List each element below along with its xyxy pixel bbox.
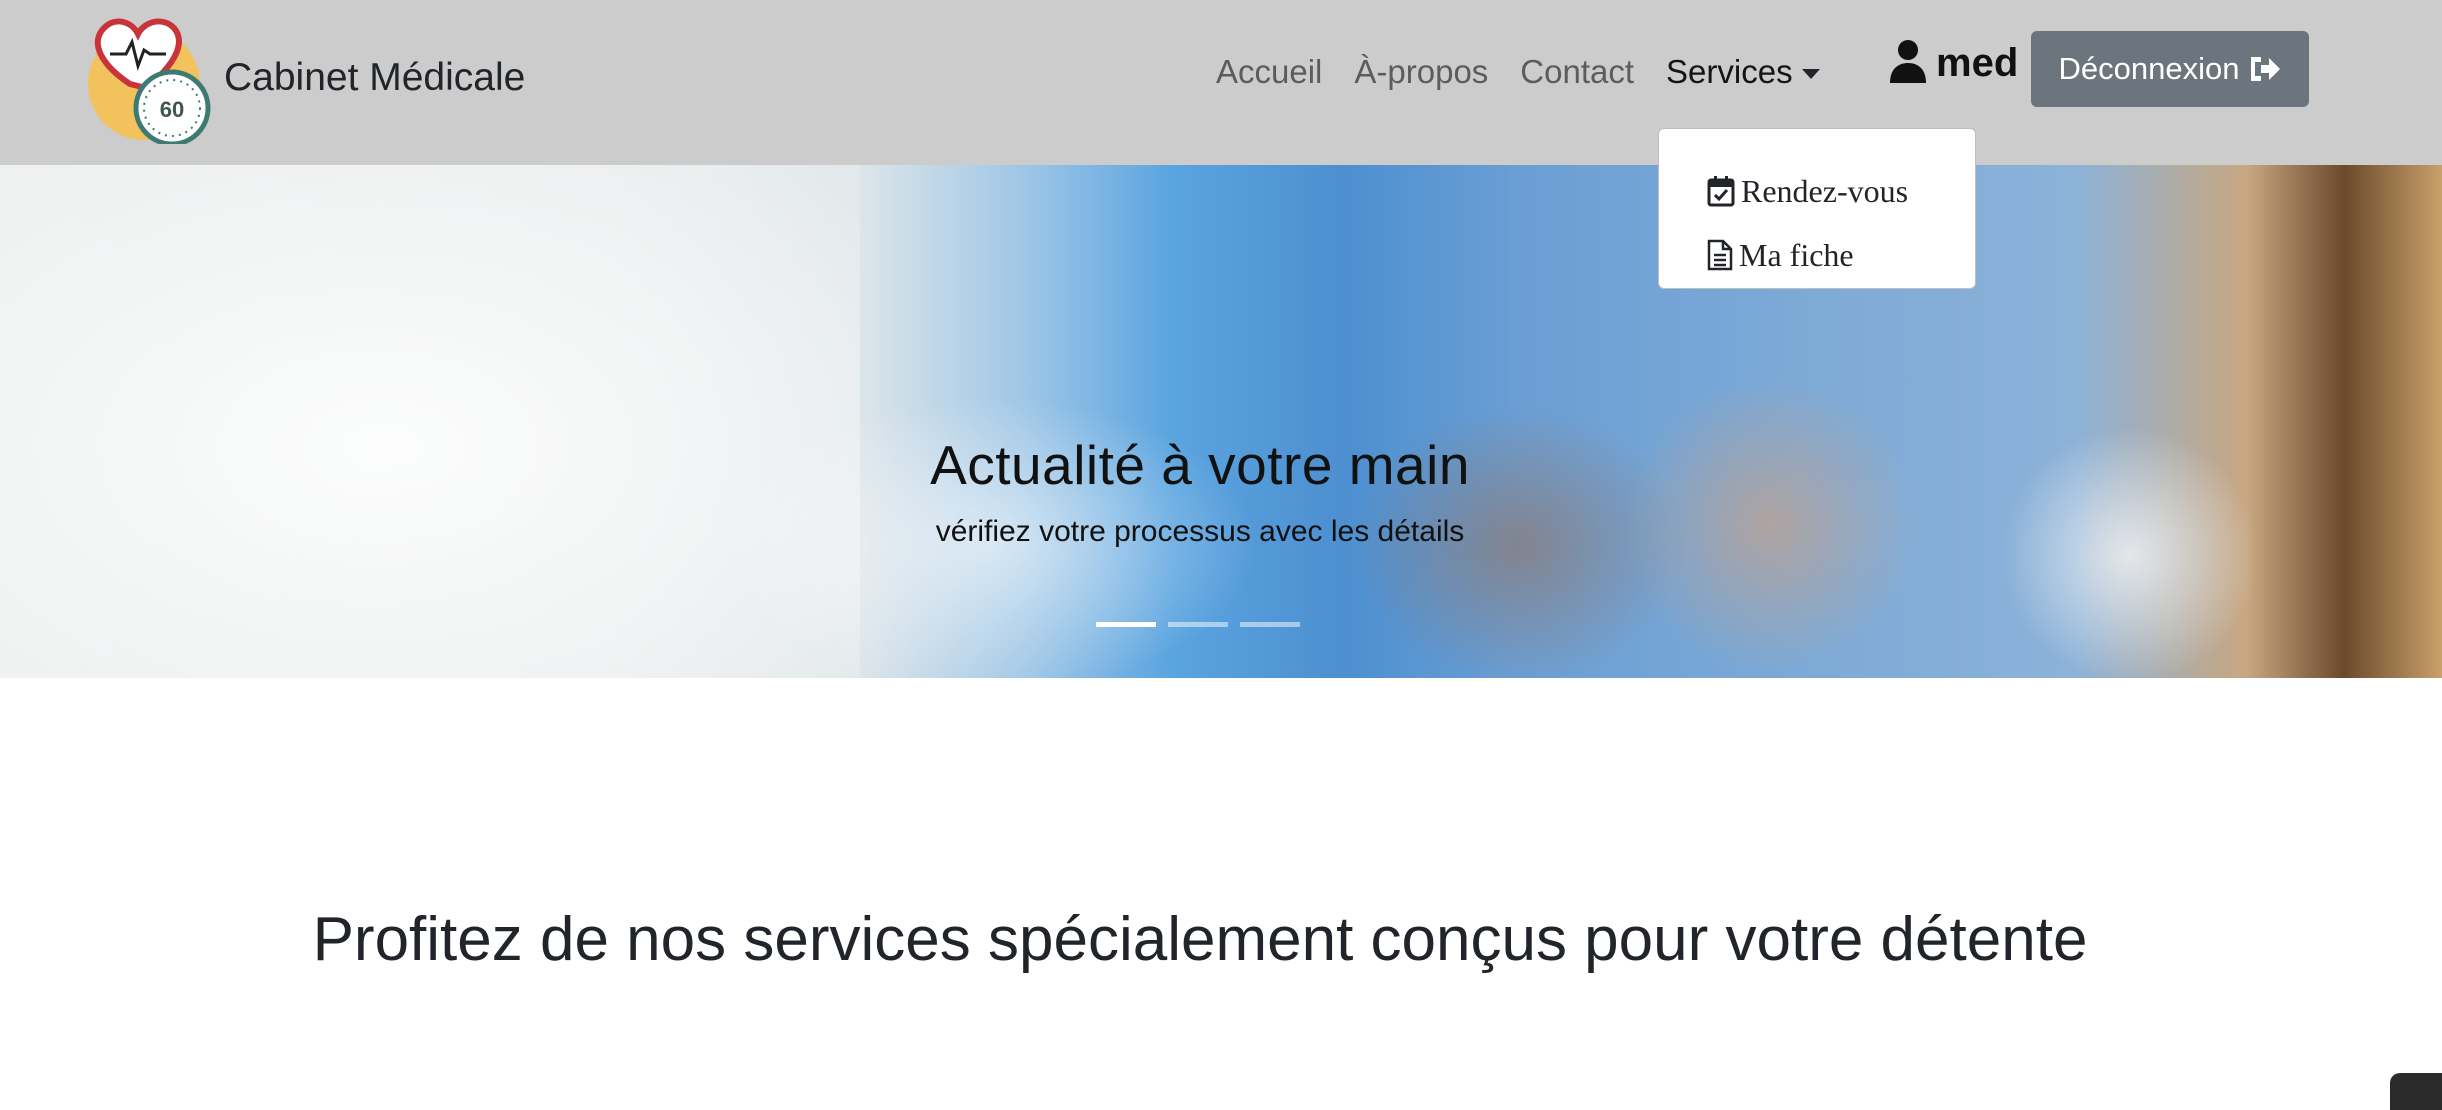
carousel-caption: Actualité à votre main vérifiez votre pr…: [0, 433, 2400, 549]
carousel-indicator-2[interactable]: [1168, 622, 1228, 627]
brand-link[interactable]: 60 Cabinet Médicale: [86, 12, 526, 147]
dropdown-item-rendez-vous[interactable]: Rendez-vous: [1659, 159, 1975, 223]
carousel-indicator-1[interactable]: [1096, 622, 1156, 627]
logout-button[interactable]: Déconnexion: [2031, 31, 2309, 107]
logout-label: Déconnexion: [2058, 51, 2240, 86]
brand-name: Cabinet Médicale: [224, 56, 526, 99]
file-text-icon: [1707, 239, 1733, 271]
services-dropdown-menu: Rendez-vous Ma fiche: [1658, 128, 1976, 289]
hero-carousel: Actualité à votre main vérifiez votre pr…: [0, 165, 2442, 678]
dropdown-item-label: Ma fiche: [1739, 236, 1854, 273]
services-section-title: Profitez de nos services spécialement co…: [312, 905, 2088, 974]
carousel-title: Actualité à votre main: [930, 434, 1470, 496]
sign-out-icon: [2247, 55, 2281, 83]
nav-link-services-label: Services: [1666, 53, 1793, 90]
carousel-subtitle: vérifiez votre processus avec les détail…: [935, 515, 1465, 548]
logo-number: 60: [160, 97, 184, 122]
nav-links: Accueil À-propos Contact Services: [1216, 50, 1852, 94]
user-name: med: [1936, 40, 2019, 85]
navbar: 60 Cabinet Médicale Accueil À-propos Con…: [0, 0, 2442, 165]
carousel-indicator-3[interactable]: [1240, 622, 1300, 627]
dropdown-item-label: Rendez-vous: [1741, 172, 1909, 209]
caret-down-icon: [1801, 68, 1820, 79]
floating-widget-button[interactable]: [2390, 1073, 2442, 1110]
user-info: med: [1890, 38, 2018, 88]
nav-dropdown-services[interactable]: Services: [1666, 53, 1820, 91]
dropdown-item-ma-fiche[interactable]: Ma fiche: [1659, 223, 1975, 287]
heart-clock-logo: 60: [86, 12, 214, 147]
nav-link-contact[interactable]: Contact: [1520, 53, 1634, 91]
nav-link-a-propos[interactable]: À-propos: [1354, 53, 1488, 91]
calendar-check-icon: [1707, 175, 1735, 207]
nav-link-accueil[interactable]: Accueil: [1216, 53, 1322, 91]
carousel-indicators: [1096, 622, 1312, 627]
user-icon: [1890, 39, 1926, 88]
